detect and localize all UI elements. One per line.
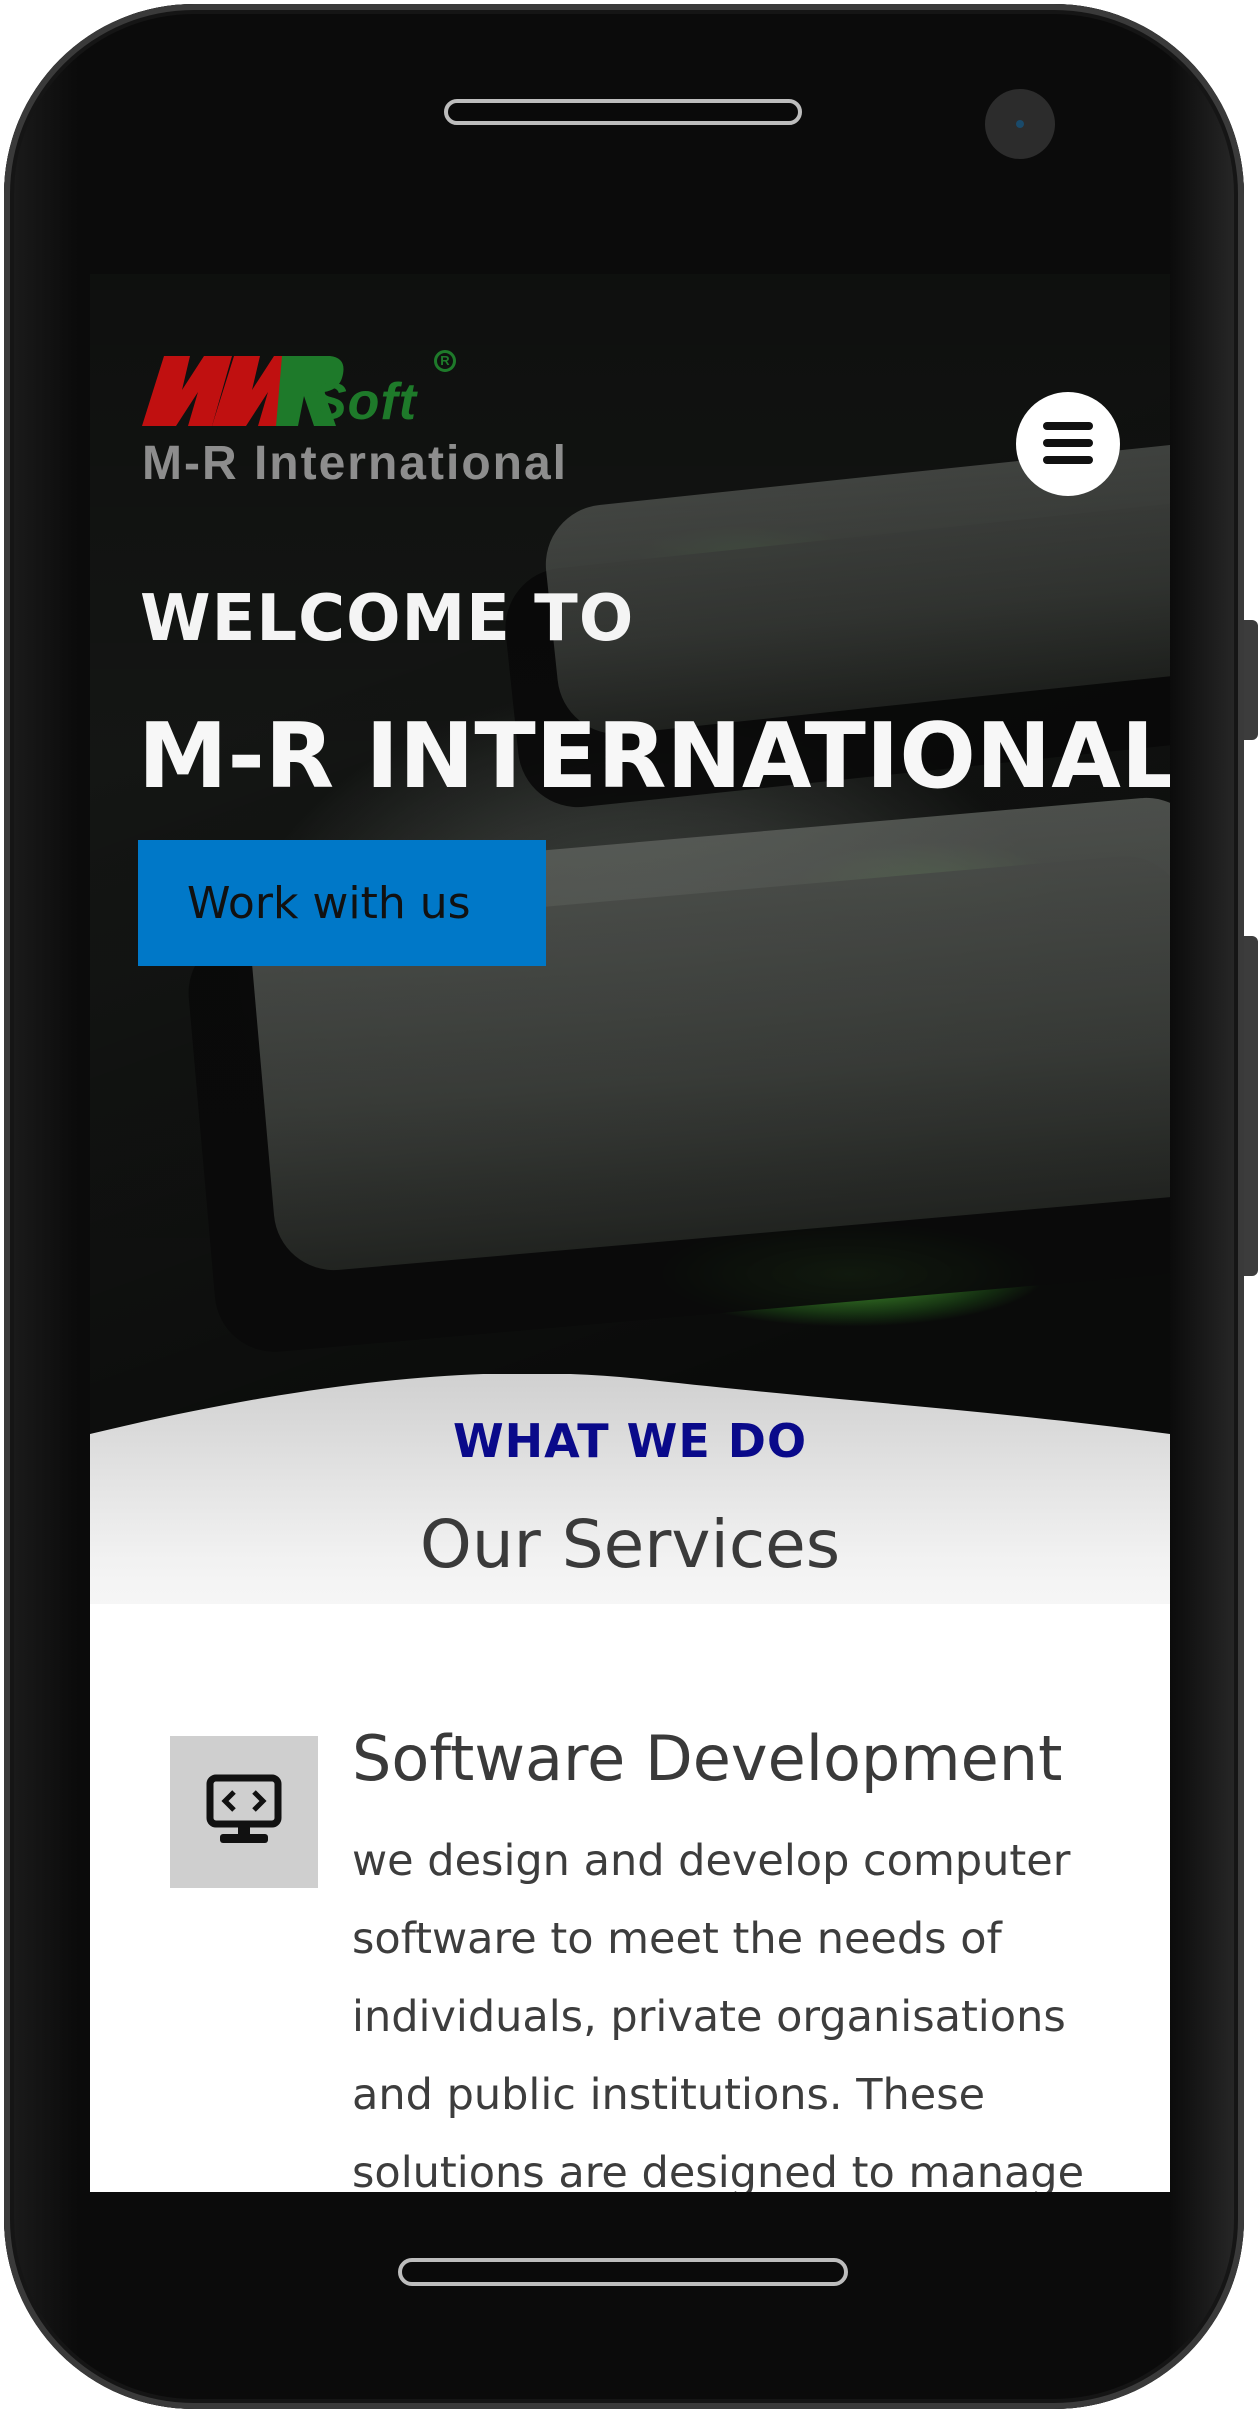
registered-mark: R [434, 350, 456, 372]
section-eyebrow: WHAT WE DO [452, 1414, 808, 1468]
service-title: Software Development [352, 1722, 1063, 1795]
phone-camera [985, 89, 1055, 159]
work-with-us-button[interactable]: Work with us [138, 840, 546, 966]
logo-company-name: M-R International [142, 437, 568, 490]
hamburger-menu-icon [1043, 422, 1093, 466]
service-description: we design and develop computer software … [352, 1836, 1085, 2192]
hero-welcome-text: WELCOME TO [140, 582, 635, 656]
hero-section: Soft R M-R International WELCOME TO M-R … [90, 274, 1170, 1474]
phone-frame: Soft R M-R International WELCOME TO M-R … [0, 0, 1260, 2415]
phone-bottom-speaker [398, 2258, 848, 2286]
mrsoft-logo-mark [142, 356, 344, 426]
hero-title: M-R INTERNATIONAL [138, 704, 1170, 809]
service-icon-box [170, 1736, 318, 1888]
phone-volume-button [1244, 936, 1258, 1276]
phone-top-speaker [444, 99, 802, 125]
logo-soft-text: Soft [312, 373, 418, 431]
computer-code-icon [206, 1774, 282, 1843]
phone-side-button [1244, 620, 1258, 740]
section-title: Our Services [419, 1506, 841, 1583]
company-logo[interactable]: Soft R M-R International [142, 350, 622, 498]
menu-button[interactable] [1016, 392, 1120, 496]
phone-screen: Soft R M-R International WELCOME TO M-R … [90, 274, 1170, 2192]
